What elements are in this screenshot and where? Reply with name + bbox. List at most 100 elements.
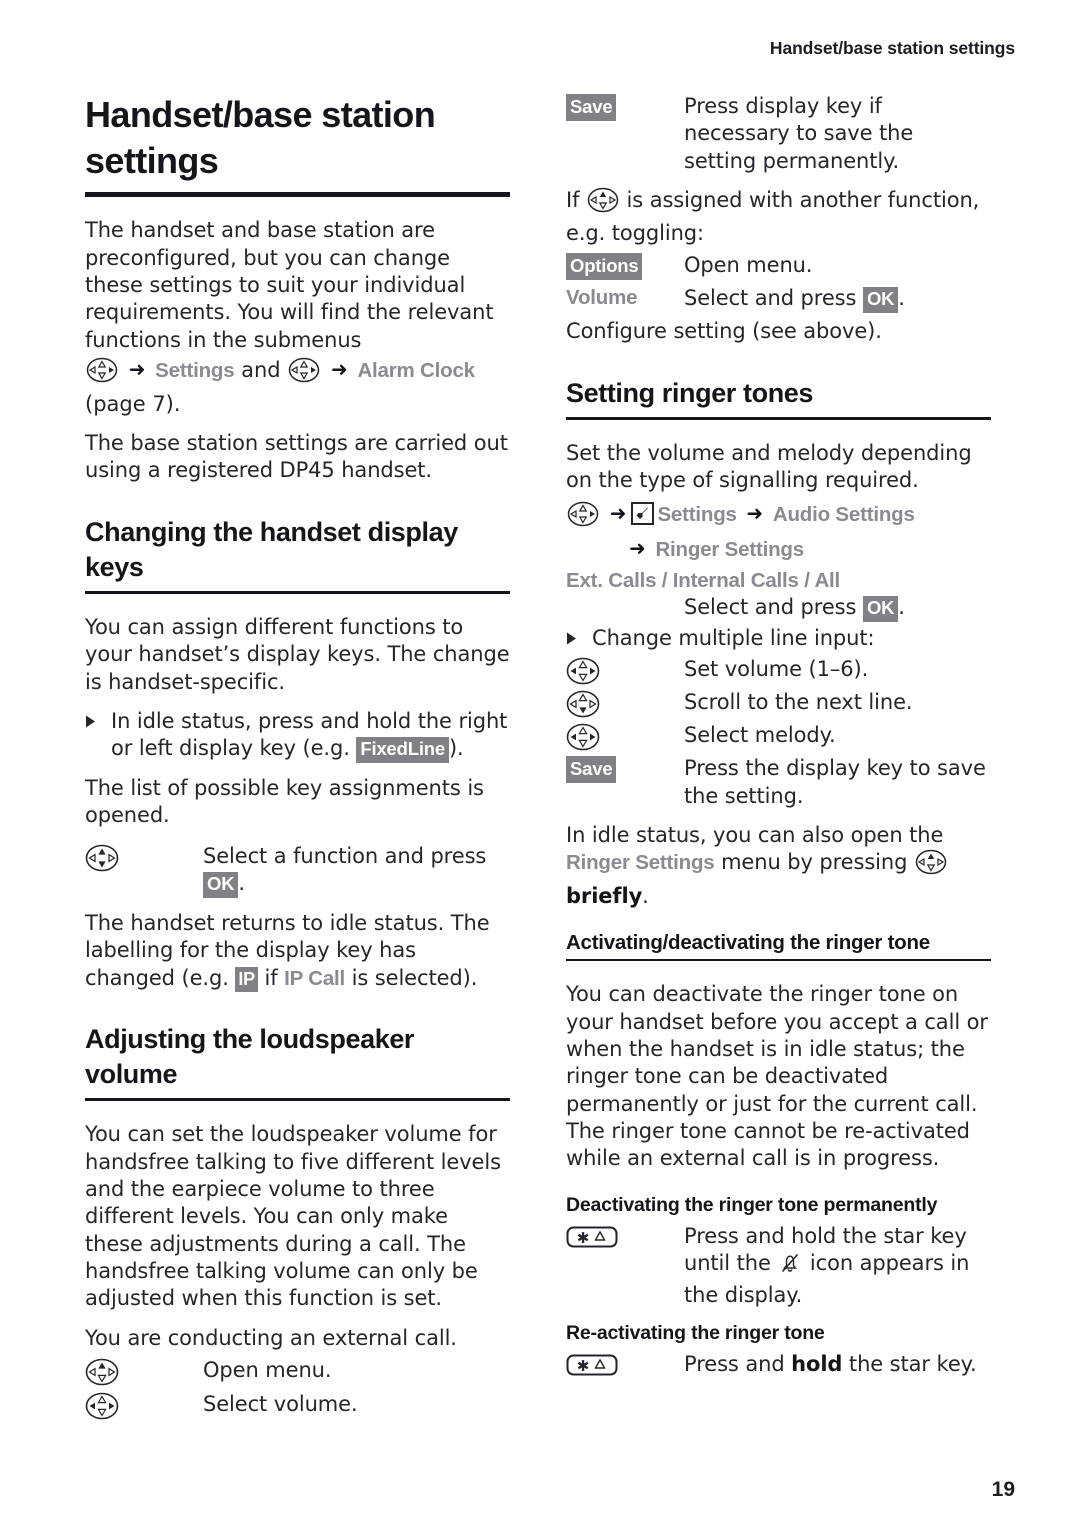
action-row-text: Press display key if necessary to save t… (684, 94, 914, 173)
idle-mid-text: menu by pressing (714, 850, 914, 875)
list-item: In idle status, press and hold the right… (85, 708, 510, 764)
display-keys-paragraph-1: You can assign different functions to yo… (85, 614, 510, 694)
intro-paragraph-2: The base station settings are carried ou… (85, 431, 508, 483)
arrow-right-icon: ➜ (128, 356, 146, 381)
action-row-options: Options Open menu. (566, 251, 991, 281)
action-row-select-melody: Select melody. (566, 721, 991, 751)
nav-key-icon (566, 657, 600, 685)
action-row-text: Scroll to the next line. (684, 690, 913, 715)
subsection-heading-activating: Activating/deactivating the ringer tone (566, 930, 991, 962)
ringer-menu-path-line: ➜ Settings ➜ Audio Settings (566, 500, 991, 534)
action-row-text: Select a function and press OK. (203, 842, 510, 899)
menu-conjunction: and (241, 357, 281, 382)
list-item: Change multiple line input: (566, 625, 991, 652)
nav-key-cell (566, 655, 684, 685)
action-row-text: Select volume. (203, 1391, 358, 1416)
menu-item-ringer-settings: Ringer Settings (566, 851, 715, 875)
menu-item-ip-call: IP Call (284, 966, 346, 990)
nav-key-icon (915, 849, 947, 882)
nav-key-icon (86, 357, 118, 390)
nav-key-icon (567, 501, 599, 534)
right-column: Save Press display key if necessary to s… (566, 92, 991, 1380)
action-row-text: Open menu. (203, 1357, 332, 1382)
settings-box-icon (631, 502, 655, 532)
ip-badge[interactable]: IP (235, 966, 258, 992)
ringer-options-line: Ext. Calls / Internal Calls / All (566, 569, 841, 593)
action-row-reactivate-star-key: ✱ Press and hold the star key. (566, 1350, 991, 1380)
p3-mid-text: if (257, 965, 285, 990)
action-row-text: Press and hold the star key until the ic… (684, 1222, 991, 1309)
save-badge[interactable]: Save (566, 94, 617, 121)
nav-key-cell (85, 1356, 203, 1386)
ok-badge[interactable]: OK (862, 286, 899, 314)
star-key-cell: ✱ (566, 1222, 684, 1252)
action-row-deactivate-star-key: ✱ Press and hold the star key until the … (566, 1222, 991, 1309)
react-pre-text: Press and (684, 1352, 792, 1377)
menu-item-alarm-clock: Alarm Clock (357, 358, 475, 382)
section-heading-ringer-tones: Setting ringer tones (566, 376, 991, 420)
action-row-open-menu: Open menu. (85, 1356, 510, 1386)
svg-text:✱: ✱ (577, 1357, 590, 1375)
subsubsection-heading-reactivating: Re-activating the ringer tone (566, 1321, 825, 1344)
chapter-title: Handset/base station settings (85, 92, 510, 198)
ok-badge[interactable]: OK (862, 595, 899, 623)
react-bold-text: hold (791, 1352, 843, 1377)
options-badge[interactable]: Options (566, 253, 643, 280)
action-row-text: Open menu. (684, 253, 813, 278)
volume-text-pre: Select and press (684, 286, 863, 311)
fixedline-badge[interactable]: FixedLine (356, 736, 449, 764)
intro-paragraph-1: The handset and base station are preconf… (85, 218, 494, 352)
action-row-text: Select and press OK. (684, 284, 991, 314)
action-row-text: Press the display key to save the settin… (684, 756, 986, 808)
select-post-text: . (898, 595, 905, 620)
ringer-menu-path-line-2: ➜ Ringer Settings (566, 535, 991, 563)
action-row-select-function: Select a function and press OK. (85, 842, 510, 899)
triangle-bullet-icon (566, 632, 588, 645)
arrow-right-icon: ➜ (331, 356, 348, 381)
save-badge-cell: Save (566, 754, 684, 784)
volume-menu-cell: Volume (566, 284, 684, 314)
nav-key-icon (85, 844, 119, 872)
idle-post-text: . (642, 883, 649, 908)
action-row-select-volume: Select volume. (85, 1390, 510, 1420)
action-text-post: . (238, 871, 245, 896)
if-assigned-pre-text: If (566, 187, 586, 212)
empty-key-cell (566, 593, 684, 623)
if-assigned-post-text: is assigned with another function, e.g. … (566, 187, 980, 246)
action-text-pre: Select a function and press (203, 843, 487, 868)
svg-text:✱: ✱ (577, 1229, 590, 1247)
action-row-scroll-next-line: Scroll to the next line. (566, 688, 991, 718)
menu-item-audio-settings: Audio Settings (772, 503, 915, 527)
nav-key-cell (85, 842, 203, 872)
nav-key-icon (85, 1358, 119, 1386)
arrow-right-icon: ➜ (609, 501, 627, 526)
nav-key-icon (566, 690, 600, 718)
display-keys-paragraph-2: The list of possible key assignments is … (85, 776, 484, 828)
action-row-text: Select and press OK. (684, 593, 991, 623)
subsubsection-heading-deactivating: Deactivating the ringer tone permanently (566, 1193, 938, 1216)
react-post-text: the star key. (842, 1352, 977, 1377)
star-key-icon: ✱ (566, 1224, 618, 1250)
nav-key-cell (566, 721, 684, 751)
nav-key-cell (85, 1390, 203, 1420)
save-badge[interactable]: Save (566, 756, 617, 783)
left-column: Handset/base station settings The handse… (85, 92, 510, 1420)
nav-key-icon (85, 1392, 119, 1420)
menu-item-settings: Settings (657, 503, 737, 527)
nav-key-cell (566, 688, 684, 718)
ok-badge[interactable]: OK (203, 871, 239, 899)
loudspeaker-paragraph-2: You are conducting an external call. (85, 1325, 457, 1350)
menu-item-ringer-settings: Ringer Settings (655, 537, 804, 561)
action-row-text: Select melody. (684, 723, 836, 748)
star-key-icon: ✱ (566, 1352, 618, 1378)
page-number: 19 (991, 1478, 1015, 1501)
page-reference: (page 7). (85, 392, 181, 417)
idle-bold-text: briefly (566, 883, 643, 908)
section-heading-display-keys: Changing the handset display keys (85, 515, 510, 594)
action-row-text: Set volume (1–6). (684, 657, 869, 682)
arrow-right-icon: ➜ (746, 501, 764, 526)
menu-path-line: ➜ Settings and ➜ Alarm Clock (85, 356, 510, 390)
display-keys-paragraph-3: The handset returns to idle status. The … (85, 910, 510, 992)
if-assigned-paragraph: If is assigned with another function, e.… (566, 187, 991, 248)
menu-item-settings: Settings (155, 358, 235, 382)
